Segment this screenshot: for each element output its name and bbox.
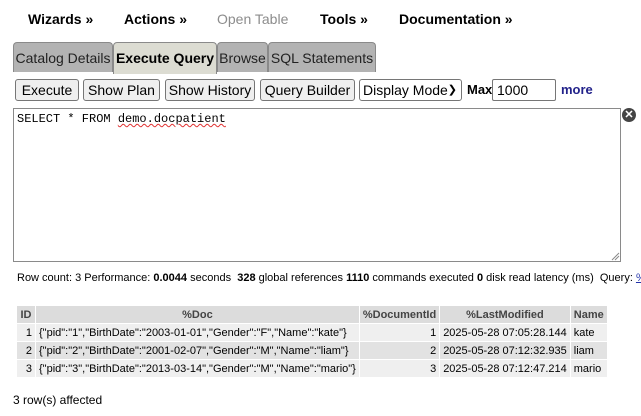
query-toolbar: Execute Show Plan Show History Query Bui…	[0, 78, 641, 104]
column-header-name[interactable]: Name	[569, 305, 608, 324]
commands-value: 1110	[346, 272, 370, 284]
top-menu-bar: Wizards » Actions » Open Table Tools » D…	[0, 0, 641, 38]
cell-id: 2	[16, 341, 36, 360]
max-rows-input[interactable]: 1000	[492, 79, 556, 101]
row-count-label: Row count:	[17, 272, 73, 284]
cell-documentid: 2	[358, 341, 441, 360]
clear-x-icon[interactable]: ✕	[622, 108, 636, 122]
max-label: Max	[467, 82, 493, 97]
table-row: 1 {"pid":"1","BirthDate":"2003-01-01","G…	[16, 323, 608, 342]
tab-browse[interactable]: Browse	[217, 42, 268, 72]
commands-label: commands executed	[372, 272, 474, 284]
disk-latency-label: disk read latency (ms)	[486, 272, 594, 284]
column-header-documentid[interactable]: %DocumentId	[358, 305, 441, 324]
display-mode-select[interactable]: Display Mode ❯	[359, 79, 462, 101]
global-refs-label: global references	[258, 272, 344, 284]
display-mode-value: Display Mode	[363, 82, 448, 98]
column-header-id[interactable]: ID	[16, 305, 36, 324]
cell-doc: {"pid":"3","BirthDate":"2013-03-14","Gen…	[35, 359, 360, 378]
execute-button[interactable]: Execute	[15, 79, 79, 101]
query-text-prefix: SELECT * FROM	[17, 112, 118, 126]
cell-id: 3	[16, 359, 36, 378]
cell-lastmodified: 2025-05-28 07:12:47.214	[439, 359, 571, 378]
disk-latency-value: 0	[476, 272, 484, 284]
performance-label: Performance:	[84, 272, 151, 284]
show-plan-button[interactable]: Show Plan	[83, 79, 160, 101]
query-link[interactable]: %s	[636, 272, 641, 284]
table-row: 2 {"pid":"2","BirthDate":"2001-02-07","G…	[16, 341, 608, 360]
menu-actions[interactable]: Actions »	[124, 11, 187, 27]
more-link[interactable]: more	[561, 82, 593, 97]
cell-lastmodified: 2025-05-28 07:05:28.144	[439, 323, 571, 342]
menu-wizards[interactable]: Wizards »	[28, 11, 93, 27]
menu-documentation[interactable]: Documentation »	[399, 11, 513, 27]
menu-open-table: Open Table	[217, 11, 289, 27]
row-count-value: 3	[75, 272, 82, 284]
table-header-row: ID %Doc %DocumentId %LastModified Name	[16, 305, 608, 324]
menu-tools[interactable]: Tools »	[320, 11, 368, 27]
cell-doc: {"pid":"1","BirthDate":"2003-01-01","Gen…	[35, 323, 360, 342]
show-history-button[interactable]: Show History	[165, 79, 255, 101]
query-builder-button[interactable]: Query Builder	[260, 79, 355, 101]
query-editor[interactable]: SELECT * FROM demo.docpatient	[13, 108, 621, 262]
global-refs-value: 328	[237, 272, 256, 284]
cell-name: liam	[569, 341, 608, 360]
resize-grip-icon[interactable]	[610, 251, 620, 261]
query-status-line: Row count: 3 Performance: 0.0044 seconds…	[17, 272, 641, 284]
column-header-lastmodified[interactable]: %LastModified	[439, 305, 571, 324]
cell-doc: {"pid":"2","BirthDate":"2001-02-07","Gen…	[35, 341, 360, 360]
query-label: Query:	[599, 272, 633, 284]
seconds-value: 0.0044	[153, 272, 188, 284]
cell-documentid: 1	[358, 323, 441, 342]
cell-name: mario	[569, 359, 608, 378]
tab-sql-statements[interactable]: SQL Statements	[268, 42, 376, 72]
results-table: ID %Doc %DocumentId %LastModified Name 1…	[16, 305, 608, 378]
column-header-doc[interactable]: %Doc	[35, 305, 360, 324]
cell-lastmodified: 2025-05-28 07:12:32.935	[439, 341, 571, 360]
query-text-table: demo.docpatient	[117, 112, 226, 126]
table-row: 3 {"pid":"3","BirthDate":"2013-03-14","G…	[16, 359, 608, 378]
chevron-down-icon: ❯	[447, 84, 457, 96]
rows-affected-message: 3 row(s) affected	[13, 393, 103, 407]
seconds-label: seconds	[190, 272, 232, 284]
cell-id: 1	[16, 323, 36, 342]
cell-name: kate	[569, 323, 608, 342]
cell-documentid: 3	[358, 359, 441, 378]
tab-catalog-details[interactable]: Catalog Details	[13, 42, 113, 72]
tab-execute-query[interactable]: Execute Query	[113, 42, 217, 74]
